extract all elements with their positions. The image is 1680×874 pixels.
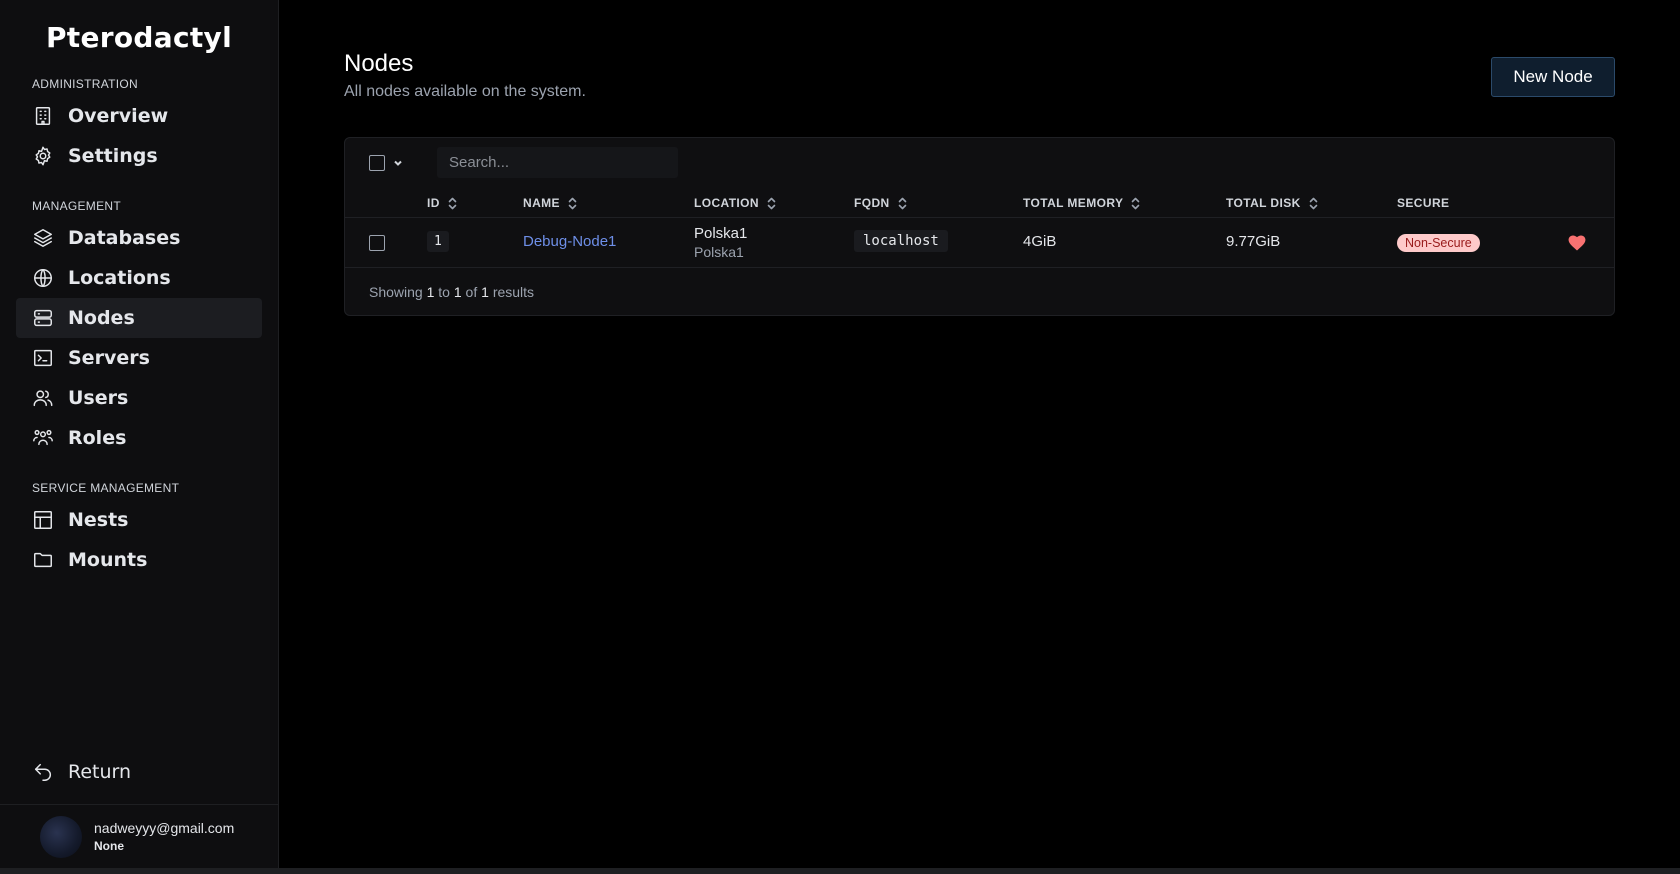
- main-content: Nodes All nodes available on the system.…: [279, 0, 1680, 868]
- column-header-label: TOTAL MEMORY: [1023, 196, 1124, 210]
- sidebar-item-settings[interactable]: Settings: [16, 136, 262, 176]
- user-group-icon: [32, 427, 54, 449]
- window-bottom-edge: [0, 868, 1680, 874]
- user-info: nadweyyy@gmail.com None: [94, 819, 234, 855]
- sort-icon: [1309, 197, 1318, 210]
- results-prefix: Showing: [369, 284, 423, 300]
- node-memory: 4GiB: [1023, 233, 1057, 250]
- column-header-location[interactable]: LOCATION: [694, 196, 776, 210]
- node-disk: 9.77GiB: [1226, 233, 1281, 250]
- return-arrow-icon: [32, 761, 54, 783]
- page-subtitle: All nodes available on the system.: [344, 83, 586, 100]
- search-input[interactable]: [437, 147, 678, 178]
- table-footer: Showing 1 to 1 of 1 results: [345, 268, 1614, 315]
- section-label: SERVICE MANAGEMENT: [32, 481, 180, 495]
- sort-icon: [767, 197, 776, 210]
- nav-section-management: MANAGEMENT Databases Locations Nodes Ser…: [0, 188, 278, 458]
- sidebar-item-label: Nests: [68, 509, 129, 531]
- sort-icon: [568, 197, 577, 210]
- results-of-word: of: [465, 284, 478, 300]
- avatar[interactable]: [40, 815, 82, 858]
- chevron-down-icon[interactable]: [392, 156, 404, 168]
- return-button[interactable]: Return: [16, 752, 263, 792]
- sidebar-item-label: Locations: [68, 267, 171, 289]
- location-description: Polska1: [694, 244, 744, 260]
- sidebar-item-label: Settings: [68, 145, 158, 167]
- column-header-fqdn[interactable]: FQDN: [854, 196, 907, 210]
- sort-icon: [1131, 197, 1140, 210]
- nav-section-service-management: SERVICE MANAGEMENT Nests Mounts: [0, 470, 278, 580]
- sidebar-item-label: Databases: [68, 227, 181, 249]
- heart-icon[interactable]: [1568, 235, 1586, 251]
- secure-status-badge: Non-Secure: [1397, 234, 1480, 252]
- admin-app: Pterodactyl ADMINISTRATION Overview Sett…: [0, 0, 1680, 874]
- node-location: Polska1 Polska1: [694, 224, 747, 262]
- sidebar-item-overview[interactable]: Overview: [16, 96, 262, 136]
- sidebar-item-mounts[interactable]: Mounts: [16, 540, 262, 580]
- layers-icon: [32, 227, 54, 249]
- user-role: None: [94, 838, 124, 853]
- results-to: 1: [453, 284, 462, 300]
- sidebar-item-nests[interactable]: Nests: [16, 500, 262, 540]
- sidebar: Pterodactyl ADMINISTRATION Overview Sett…: [0, 0, 279, 868]
- nav-section-administration: ADMINISTRATION Overview Settings: [0, 70, 278, 176]
- new-node-button[interactable]: New Node: [1491, 57, 1615, 97]
- results-to-word: to: [438, 284, 450, 300]
- results-summary: Showing 1 to 1 of 1 results: [369, 284, 534, 300]
- section-label: MANAGEMENT: [32, 199, 122, 213]
- sidebar-item-label: Roles: [68, 427, 127, 449]
- sort-icon: [448, 197, 457, 210]
- column-header-name[interactable]: NAME: [523, 196, 577, 210]
- sidebar-item-nodes[interactable]: Nodes: [16, 298, 262, 338]
- building-icon: [32, 105, 54, 127]
- select-all-checkbox[interactable]: [369, 155, 385, 171]
- sidebar-item-locations[interactable]: Locations: [16, 258, 262, 298]
- sidebar-item-label: Nodes: [68, 307, 135, 329]
- node-fqdn: localhost: [854, 230, 948, 252]
- row-checkbox[interactable]: [369, 235, 385, 251]
- terminal-icon: [32, 347, 54, 369]
- table-row[interactable]: 1 Debug-Node1 Polska1 Polska1 localhost …: [345, 218, 1614, 268]
- sidebar-item-label: Servers: [68, 347, 150, 369]
- sidebar-item-label: Mounts: [68, 549, 148, 571]
- column-header-total-disk[interactable]: TOTAL DISK: [1226, 196, 1318, 210]
- sidebar-item-roles[interactable]: Roles: [16, 418, 262, 458]
- column-header-label: LOCATION: [694, 196, 759, 210]
- column-header-label: SECURE: [1397, 196, 1450, 210]
- sidebar-item-label: Users: [68, 387, 129, 409]
- sidebar-item-label: Overview: [68, 105, 169, 127]
- table-header: ID NAME LOCATION FQDN TOTAL MEMORY TOTAL…: [345, 188, 1614, 218]
- column-header-id[interactable]: ID: [427, 196, 457, 210]
- server-icon: [32, 307, 54, 329]
- column-header-label: ID: [427, 196, 440, 210]
- sidebar-item-databases[interactable]: Databases: [16, 218, 262, 258]
- node-name-link[interactable]: Debug-Node1: [523, 233, 616, 250]
- results-total: 1: [481, 284, 489, 300]
- results-from: 1: [426, 284, 435, 300]
- column-header-label: NAME: [523, 196, 560, 210]
- sidebar-item-servers[interactable]: Servers: [16, 338, 262, 378]
- column-header-secure: SECURE: [1397, 196, 1449, 210]
- sort-icon: [898, 197, 907, 210]
- user-email: nadweyyy@gmail.com: [94, 819, 235, 836]
- table-icon: [32, 509, 54, 531]
- return-label: Return: [68, 761, 132, 783]
- column-header-label: TOTAL DISK: [1226, 196, 1301, 210]
- table-toolbar: [345, 138, 1614, 188]
- folder-icon: [32, 549, 54, 571]
- column-header-label: FQDN: [854, 196, 890, 210]
- users-icon: [32, 387, 54, 409]
- user-footer[interactable]: nadweyyy@gmail.com None: [0, 804, 279, 868]
- gear-icon: [32, 145, 54, 167]
- brand-logo[interactable]: Pterodactyl: [0, 0, 278, 70]
- page-title: Nodes: [344, 50, 414, 77]
- sidebar-item-users[interactable]: Users: [16, 378, 262, 418]
- section-label: ADMINISTRATION: [32, 77, 138, 91]
- node-id: 1: [427, 231, 449, 252]
- globe-icon: [32, 267, 54, 289]
- location-name: Polska1: [694, 225, 748, 242]
- column-header-total-memory[interactable]: TOTAL MEMORY: [1023, 196, 1140, 210]
- nodes-table: ID NAME LOCATION FQDN TOTAL MEMORY: [344, 137, 1615, 316]
- results-suffix: results: [492, 284, 535, 300]
